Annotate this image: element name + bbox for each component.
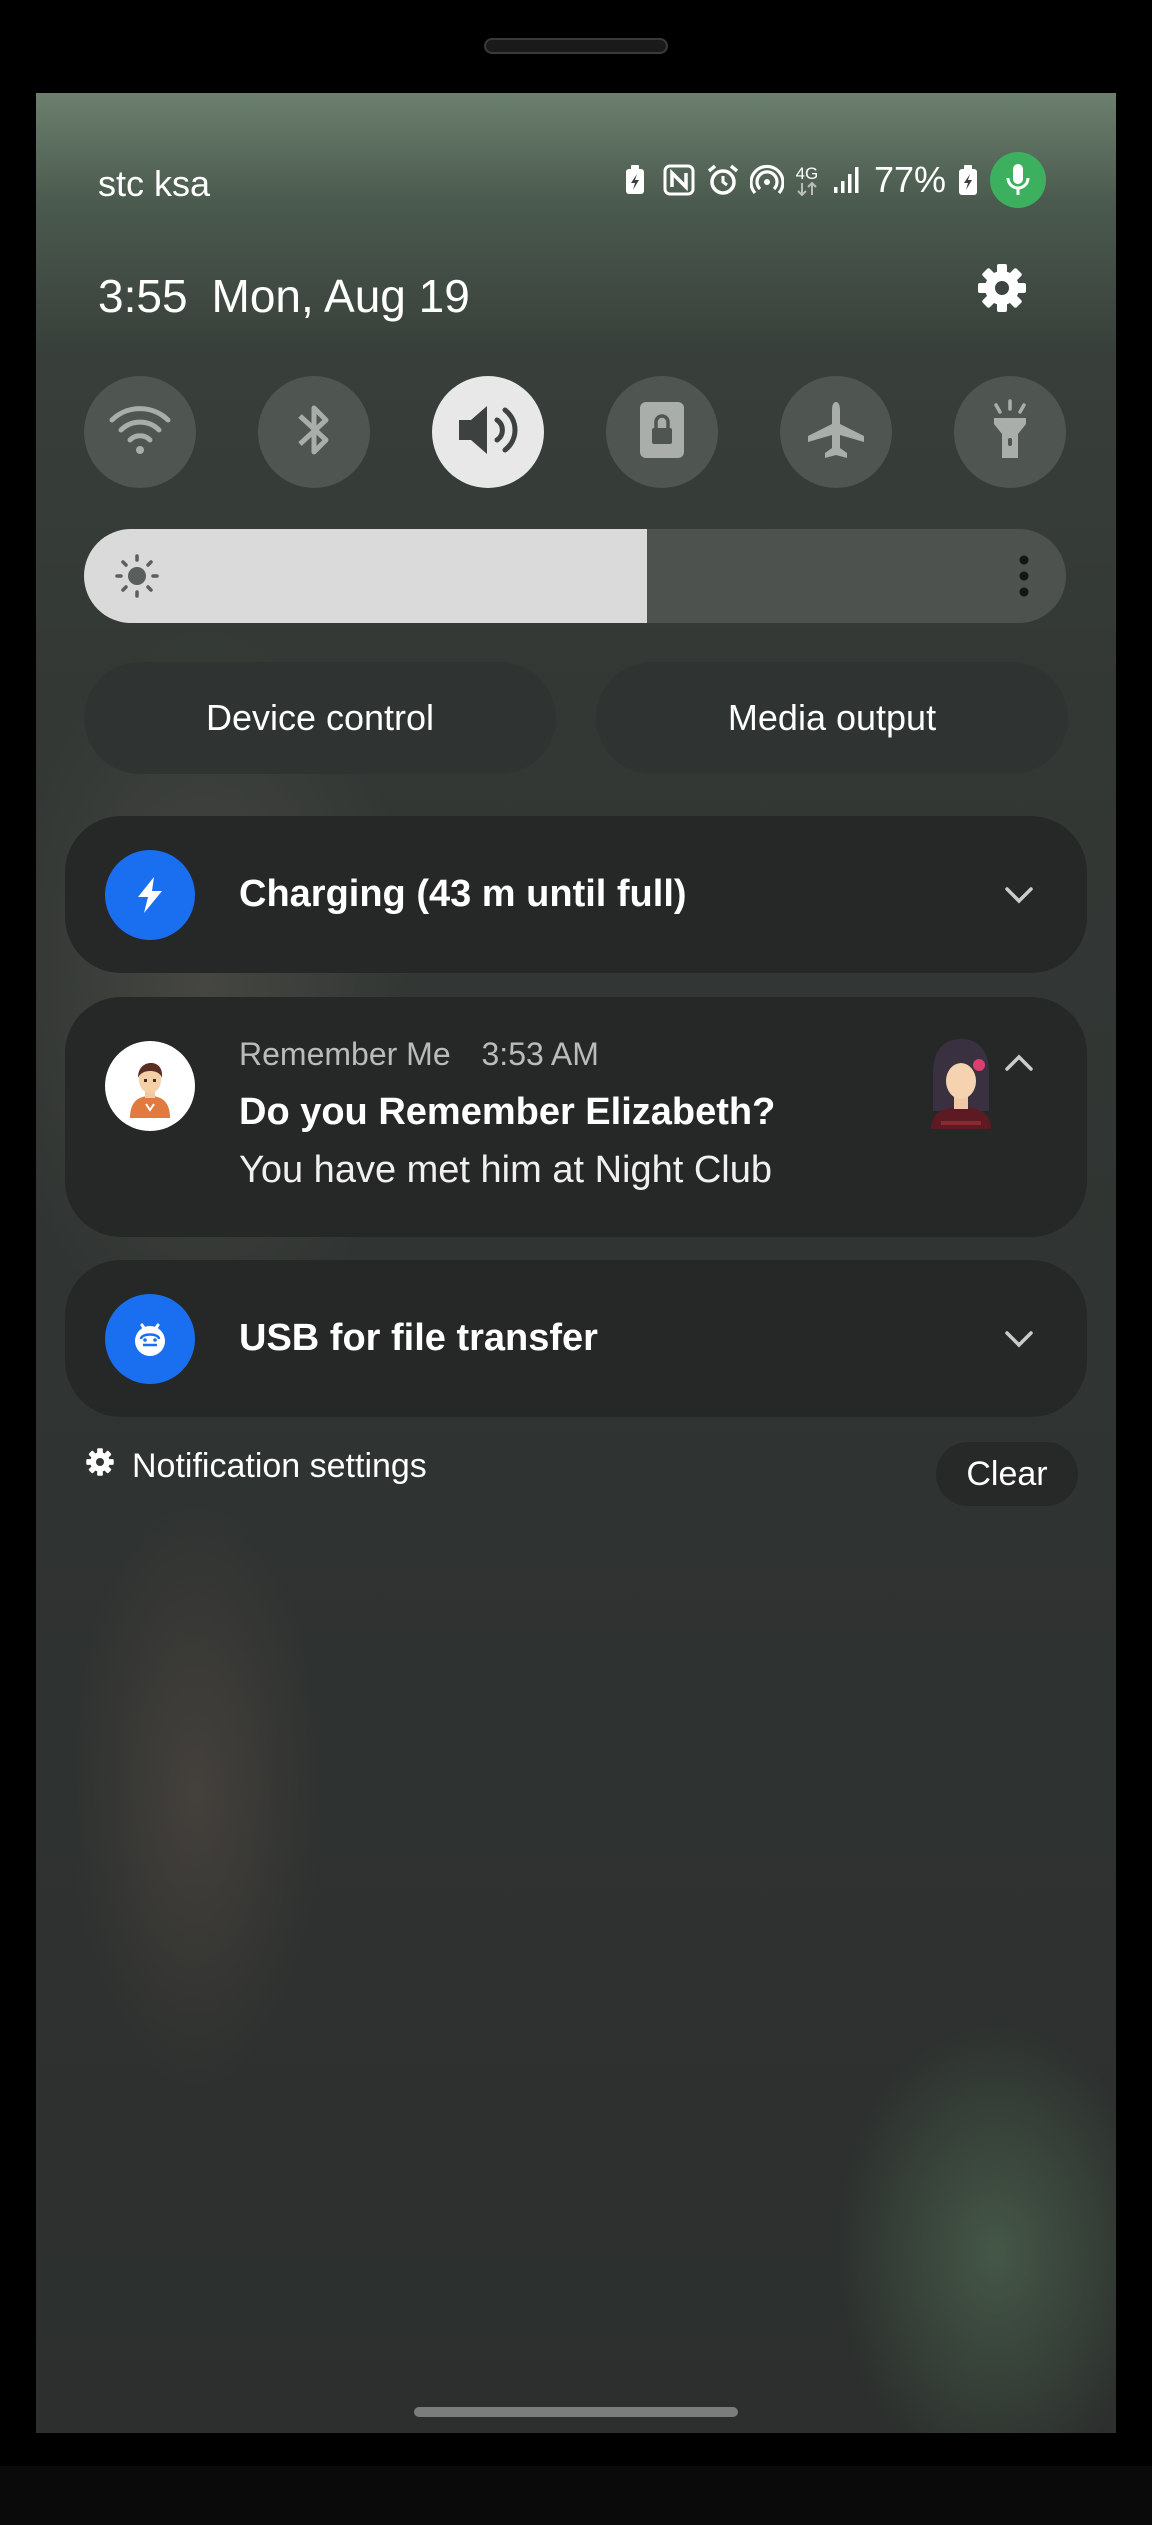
notification-settings-label: Notification settings — [132, 1447, 427, 1485]
battery-percentage: 77% — [873, 159, 946, 200]
hotspot-icon — [749, 163, 784, 197]
clear-button[interactable]: Clear — [936, 1442, 1078, 1506]
status-icons: 4G 77% — [618, 150, 1046, 210]
notification-shade: stc ksa 4G 77% 3:55 Mon, Aug 19 Device c… — [36, 93, 1116, 2433]
device-frame: stc ksa 4G 77% 3:55 Mon, Aug 19 Device c… — [0, 0, 1152, 2525]
nfc-icon — [662, 163, 696, 197]
rotation-lock-toggle[interactable] — [606, 376, 718, 488]
flashlight-icon — [988, 398, 1032, 467]
sun-icon — [114, 553, 160, 599]
remember-me-notification[interactable]: Remember Me 3:53 AM Do you Remember Eliz… — [65, 997, 1087, 1237]
rotation-lock-icon — [638, 400, 686, 465]
airplane-mode-toggle[interactable] — [780, 376, 892, 488]
airplane-icon — [804, 398, 868, 467]
person-avatar-icon — [105, 1041, 195, 1131]
gear-icon — [84, 1446, 116, 1487]
mic-active-icon[interactable] — [990, 152, 1046, 208]
notification-time: 3:53 AM — [481, 1036, 599, 1072]
chevron-up-icon[interactable] — [999, 1043, 1039, 1083]
brightness-level-fill[interactable] — [84, 529, 647, 623]
chevron-down-icon[interactable] — [999, 875, 1039, 915]
usb-title: USB for file transfer — [239, 1317, 598, 1359]
app-name: Remember Me — [239, 1036, 451, 1072]
device-control-button[interactable]: Device control — [84, 662, 556, 774]
date-label: Mon, Aug 19 — [211, 270, 470, 322]
battery-charging-icon — [956, 163, 980, 197]
woman-avatar-icon — [927, 1037, 995, 1129]
flashlight-toggle[interactable] — [954, 376, 1066, 488]
carrier-name: stc ksa — [98, 163, 211, 204]
notification-settings-link[interactable]: Notification settings — [84, 1446, 427, 1487]
notification-text: You have met him at Night Club — [239, 1149, 773, 1191]
wifi-icon — [108, 402, 172, 463]
alarm-icon — [706, 163, 740, 197]
home-indicator[interactable] — [414, 2407, 738, 2417]
more-options-icon[interactable] — [1018, 554, 1030, 598]
network-4g-icon: 4G — [794, 163, 820, 197]
clock-time: 3:55 — [98, 270, 188, 322]
usb-icon — [105, 1294, 195, 1384]
signal-icon — [830, 163, 864, 197]
settings-gear-icon[interactable] — [974, 260, 1030, 316]
charging-notification[interactable]: Charging (43 m until full) — [65, 816, 1087, 973]
usb-notification[interactable]: USB for file transfer — [65, 1260, 1087, 1417]
notification-title: Do you Remember Elizabeth? — [239, 1091, 776, 1133]
sound-icon — [453, 400, 523, 465]
bluetooth-icon — [292, 398, 336, 467]
wifi-toggle[interactable] — [84, 376, 196, 488]
media-output-button[interactable]: Media output — [596, 662, 1068, 774]
battery-saver-icon — [618, 163, 652, 197]
bluetooth-toggle[interactable] — [258, 376, 370, 488]
sound-toggle[interactable] — [432, 376, 544, 488]
charging-title: Charging (43 m until full) — [239, 873, 687, 915]
brightness-slider[interactable] — [84, 529, 1066, 623]
chevron-down-icon[interactable] — [999, 1319, 1039, 1359]
lightning-icon — [105, 850, 195, 940]
earpiece-speaker — [484, 38, 668, 54]
date-time[interactable]: 3:55 Mon, Aug 19 — [98, 269, 470, 323]
device-bottom-bezel — [0, 2466, 1152, 2525]
